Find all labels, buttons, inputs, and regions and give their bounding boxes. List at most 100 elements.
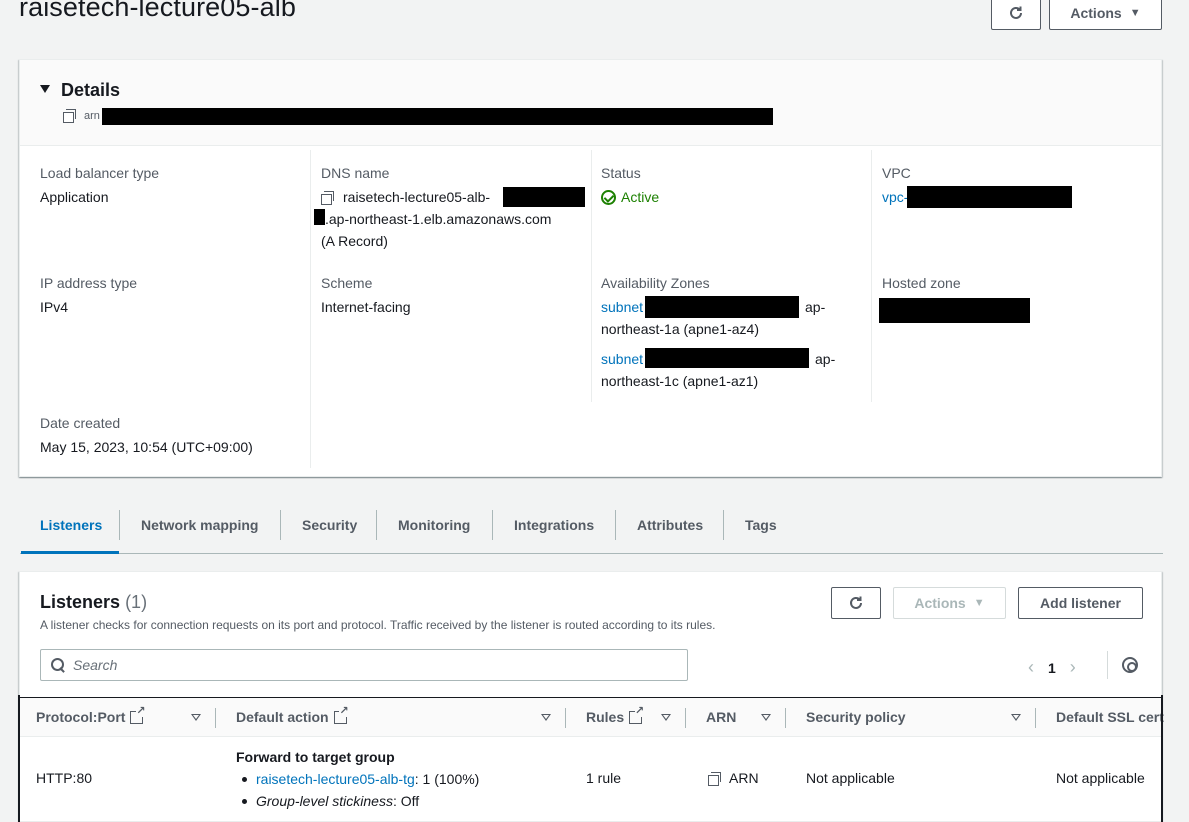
tab-security[interactable]: Security	[302, 517, 357, 533]
dns-name-line1: raisetech-lecture05-alb-	[321, 186, 490, 208]
default-action-title: Forward to target group	[236, 749, 395, 765]
redacted-dns	[314, 209, 325, 225]
dns-name-label: DNS name	[321, 165, 390, 181]
tab-listeners[interactable]: Listeners	[40, 517, 102, 533]
zone-1-b: northeast-1a (apne1-az4)	[601, 321, 759, 337]
chevron-left-icon[interactable]: ‹	[1028, 657, 1034, 678]
vpc-link[interactable]: vpc-	[882, 186, 908, 208]
actions-button-label: Actions	[1070, 5, 1122, 21]
table-border	[1161, 695, 1163, 822]
vpc-label: VPC	[882, 165, 911, 181]
availability-zones-label: Availability Zones	[601, 275, 710, 291]
listeners-count: (1)	[125, 592, 148, 612]
search-box[interactable]	[40, 649, 688, 681]
list-item: Group-level stickiness: Off	[236, 790, 479, 812]
scheme-label: Scheme	[321, 275, 373, 291]
redacted-arn	[102, 108, 773, 125]
column-arn[interactable]: ARN	[706, 709, 736, 725]
arn-line: arn	[63, 109, 100, 123]
search-icon	[51, 658, 65, 672]
protocol-port-link[interactable]: HTTP:80	[36, 770, 92, 786]
caret-down-icon: ▼	[973, 597, 985, 609]
table-header: Protocol:Port Default action Rules ARN S…	[20, 697, 1164, 737]
status-label: Status	[601, 165, 641, 181]
check-circle-icon	[601, 189, 616, 205]
arn-prefix: arn	[84, 109, 100, 122]
pagination: ‹ 1 ›	[1028, 657, 1076, 678]
date-created-value: May 15, 2023, 10:54 (UTC+09:00)	[40, 439, 253, 455]
details-heading: Details	[61, 80, 121, 100]
subnet-link-1[interactable]: subnet	[601, 296, 643, 318]
tab-attributes[interactable]: Attributes	[637, 517, 703, 533]
hosted-zone-label: Hosted zone	[882, 275, 961, 291]
ssl-cert-value: Not applicable	[1056, 770, 1145, 786]
details-panel: Details arn Load balancer type Applicati…	[19, 59, 1162, 477]
date-created-label: Date created	[40, 415, 121, 431]
arn-cell: ARN	[708, 770, 759, 786]
ip-address-type-value: IPv4	[40, 299, 69, 315]
status-value: Active	[621, 189, 660, 205]
default-action-list: raisetech-lecture05-alb-tg: 1 (100%) Gro…	[236, 768, 479, 812]
column-default-action[interactable]: Default action	[236, 705, 349, 725]
redacted-dns	[503, 187, 585, 207]
sort-icon[interactable]	[191, 714, 201, 721]
sort-icon[interactable]	[661, 714, 671, 721]
target-group-link[interactable]: raisetech-lecture05-alb-tg	[256, 771, 415, 787]
zone-1-a: ap-	[805, 299, 826, 315]
redacted-subnet	[645, 296, 799, 318]
tab-monitoring[interactable]: Monitoring	[398, 517, 470, 533]
column-rules[interactable]: Rules	[586, 705, 645, 725]
copy-icon[interactable]	[708, 771, 721, 786]
tab-integrations[interactable]: Integrations	[514, 517, 594, 533]
tab-network-mapping[interactable]: Network mapping	[141, 517, 258, 533]
zone-2-a: ap-	[815, 351, 836, 367]
refresh-button[interactable]	[991, 0, 1041, 30]
listeners-actions-button[interactable]: Actions ▼	[893, 587, 1006, 619]
copy-icon[interactable]	[321, 190, 334, 205]
caret-down-icon: ▼	[1129, 7, 1141, 19]
copy-icon[interactable]	[63, 109, 76, 123]
list-item: raisetech-lecture05-alb-tg: 1 (100%)	[236, 768, 479, 790]
subnet-link-2[interactable]: subnet	[601, 348, 643, 370]
tab-tags[interactable]: Tags	[745, 517, 777, 533]
active-tab-indicator	[21, 551, 119, 554]
page-number[interactable]: 1	[1048, 660, 1056, 676]
listeners-panel: Listeners (1) A listener checks for conn…	[19, 571, 1164, 822]
ip-address-type-label: IP address type	[40, 275, 138, 291]
search-input[interactable]	[73, 657, 633, 673]
actions-button[interactable]: Actions ▼	[1049, 0, 1162, 30]
column-protocol-port[interactable]: Protocol:Port	[36, 705, 146, 725]
sort-icon[interactable]	[1011, 714, 1021, 721]
listeners-refresh-button[interactable]	[831, 587, 881, 619]
rules-link[interactable]: 1 rule	[586, 770, 621, 786]
security-policy-value: Not applicable	[806, 770, 895, 786]
column-default-ssl-cert[interactable]: Default SSL cert	[1056, 709, 1164, 725]
column-security-policy[interactable]: Security policy	[806, 709, 906, 725]
zone-2-b: northeast-1c (apne1-az1)	[601, 373, 759, 389]
redacted-hosted-zone	[879, 298, 1030, 323]
load-balancer-type-value: Application	[40, 189, 109, 205]
sort-icon[interactable]	[541, 714, 551, 721]
listeners-heading: Listeners (1)	[40, 592, 148, 612]
listeners-description: A listener checks for connection request…	[40, 618, 716, 632]
tab-bar: Listeners Network mapping Security Monit…	[20, 508, 1163, 554]
redacted-vpc	[907, 186, 1072, 208]
load-balancer-type-label: Load balancer type	[40, 165, 160, 181]
caret-down-icon[interactable]	[40, 85, 50, 93]
gear-icon[interactable]	[1122, 657, 1138, 673]
details-header[interactable]: Details arn	[20, 60, 1161, 146]
chevron-right-icon[interactable]: ›	[1070, 657, 1076, 678]
scheme-value: Internet-facing	[321, 299, 411, 315]
external-link-icon	[130, 705, 146, 724]
sort-icon[interactable]	[761, 714, 771, 721]
dns-name-line2: .ap-northeast-1.elb.amazonaws.com	[325, 211, 552, 227]
external-link-icon	[333, 705, 349, 724]
dns-record-type: (A Record)	[321, 233, 388, 249]
refresh-icon	[848, 595, 864, 611]
refresh-icon	[1008, 5, 1024, 21]
table-border	[18, 695, 20, 822]
page-title: raisetech-lecture05-alb	[19, 0, 296, 22]
external-link-icon	[629, 705, 645, 724]
status-badge: Active	[601, 186, 659, 208]
add-listener-button[interactable]: Add listener	[1018, 587, 1143, 619]
